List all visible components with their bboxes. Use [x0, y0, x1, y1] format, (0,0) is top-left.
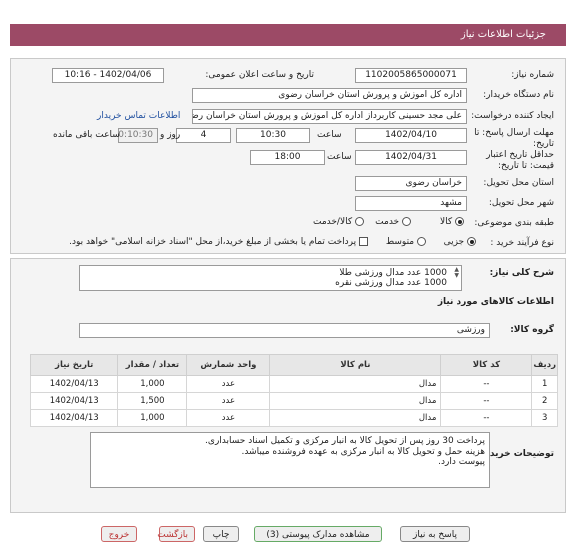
goods-code: --	[440, 392, 533, 410]
unit: عدد	[186, 392, 271, 410]
announce-datetime-label: تاریخ و ساعت اعلان عمومی:	[205, 70, 314, 80]
requester-field: علی مجد حسینی کاربرداز اداره کل اموزش و …	[192, 109, 467, 124]
buyer-note-line: پیوست دارد.	[438, 457, 485, 467]
process-radio-minor[interactable]: جزیی	[444, 237, 476, 247]
need-number-field: 1102005865000071	[355, 68, 467, 83]
description-line: 1000 عدد مدال ورزشی نقره	[335, 278, 447, 288]
requester-label: ایجاد کننده درخواست:	[471, 111, 554, 121]
row-number: 1	[531, 375, 558, 393]
validity-label: حداقل تاریخ اعتبار قیمت: تا تاریخ:	[486, 150, 554, 171]
description-box[interactable]: 1000 عدد مدال ورزشی طلا 1000 عدد مدال ور…	[79, 265, 462, 291]
city-field: مشهد	[355, 196, 467, 211]
goods-table: ردیف کد کالا نام کالا واحد شمارش تعداد /…	[29, 354, 558, 427]
treasury-payment-note: پرداخت تمام یا بخشی از مبلغ خرید،از محل …	[69, 237, 357, 247]
description-label: شرح کلی نیاز:	[489, 268, 554, 278]
view-attachments-button[interactable]: مشاهده مدارک پیوستی (3)	[254, 526, 382, 542]
goods-code: --	[440, 409, 533, 427]
category-label: طبقه بندی موضوعی:	[474, 218, 554, 228]
buyer-notes-box[interactable]: پرداخت 30 روز پس از تحویل کالا به انبار …	[90, 432, 490, 488]
validity-time-label: ساعت	[327, 152, 352, 162]
table-row[interactable]: 3 -- مدال عدد 1,000 1402/04/13	[29, 409, 558, 427]
city-label: شهر محل تحویل:	[488, 198, 554, 208]
need-number-label: شماره نیاز:	[511, 70, 554, 80]
description-line: 1000 عدد مدال ورزشی طلا	[339, 268, 447, 278]
announce-datetime-field: 1402/04/06 - 10:16	[52, 68, 164, 83]
table-header-row: ردیف کد کالا نام کالا واحد شمارش تعداد /…	[29, 354, 558, 376]
radio-icon	[402, 217, 411, 226]
validity-time-field: 18:00	[250, 150, 325, 165]
need-date: 1402/04/13	[29, 392, 119, 410]
goods-info-heading: اطلاعات کالاهای مورد نیاز	[437, 297, 554, 307]
remaining-time-field: 00:10:30	[118, 128, 158, 143]
goods-name: مدال	[269, 409, 442, 427]
row-number: 2	[531, 392, 558, 410]
buyer-org-field: اداره کل اموزش و پرورش استان خراسان رضوی	[192, 88, 467, 103]
process-type-label: نوع فرآیند خرید :	[490, 238, 554, 248]
province-label: استان محل تحویل:	[483, 178, 554, 188]
col-row-number: ردیف	[531, 354, 558, 376]
unit: عدد	[186, 375, 271, 393]
category-option-goods-service: کالا/خدمت	[312, 217, 353, 227]
exit-button[interactable]: خروج	[101, 526, 137, 542]
goods-group-label: گروه کالا:	[510, 325, 554, 335]
province-field: خراسان رضوی	[355, 176, 467, 191]
send-time-field: 10:30	[236, 128, 310, 143]
quantity: 1,500	[117, 392, 188, 410]
days-label: روز و	[160, 130, 181, 140]
process-radio-medium[interactable]: متوسط	[386, 237, 426, 247]
col-unit: واحد شمارش	[186, 354, 271, 376]
category-option-service: خدمت	[375, 217, 400, 227]
treasury-payment-checkbox[interactable]: پرداخت تمام یا بخشی از مبلغ خرید،از محل …	[69, 237, 368, 247]
back-button[interactable]: بازگشت	[157, 526, 195, 542]
category-radio-service[interactable]: خدمت	[375, 217, 411, 227]
buyer-note-line: هزینه حمل و تحویل کالا به انبار مرکزی به…	[241, 446, 485, 457]
send-time-label: ساعت	[317, 130, 342, 140]
col-quantity: تعداد / مقدار	[117, 354, 188, 376]
window-title: جزئیات اطلاعات نیاز	[10, 24, 566, 46]
need-date: 1402/04/13	[29, 375, 119, 393]
print-button[interactable]: چاپ	[203, 526, 239, 542]
radio-selected-icon	[467, 237, 476, 246]
quantity: 1,000	[117, 409, 188, 427]
table-row[interactable]: 2 -- مدال عدد 1,500 1402/04/13	[29, 392, 558, 410]
col-goods-name: نام کالا	[269, 354, 442, 376]
validity-date-field: 1402/04/31	[355, 150, 467, 165]
table-row[interactable]: 1 -- مدال عدد 1,000 1402/04/13	[29, 375, 558, 393]
scroll-arrows-icon[interactable]: ▲ ▼	[454, 267, 459, 279]
radio-icon	[417, 237, 426, 246]
category-radio-goods[interactable]: کالا	[440, 217, 464, 227]
process-option-medium: متوسط	[385, 237, 415, 247]
send-deadline-label: مهلت ارسال پاسخ: تا تاریخ:	[474, 128, 554, 149]
goods-code: --	[440, 375, 533, 393]
process-option-minor: جزیی	[443, 237, 465, 247]
quantity: 1,000	[117, 375, 188, 393]
goods-name: مدال	[269, 392, 442, 410]
radio-selected-icon	[455, 217, 464, 226]
buyer-contact-link[interactable]: اطلاعات تماس خریدار	[97, 111, 180, 121]
col-goods-code: کد کالا	[440, 354, 533, 376]
checkbox-icon	[359, 237, 368, 246]
buyer-note-line: پرداخت 30 روز پس از تحویل کالا به انبار …	[205, 436, 485, 446]
buyer-org-label: نام دستگاه خریدار:	[483, 90, 554, 100]
goods-name: مدال	[269, 375, 442, 393]
remaining-time-label: ساعت باقی مانده	[53, 130, 120, 140]
col-need-date: تاریخ نیاز	[29, 354, 119, 376]
category-radio-goods-service[interactable]: کالا/خدمت	[313, 217, 364, 227]
unit: عدد	[186, 409, 271, 427]
category-option-goods: کالا	[439, 217, 453, 227]
days-remaining-field: 4	[176, 128, 231, 143]
need-date: 1402/04/13	[29, 409, 119, 427]
goods-group-field: ورزشی	[79, 323, 490, 338]
radio-icon	[355, 217, 364, 226]
send-date-field: 1402/04/10	[355, 128, 467, 143]
reply-button[interactable]: پاسخ به نیاز	[400, 526, 470, 542]
row-number: 3	[531, 409, 558, 427]
